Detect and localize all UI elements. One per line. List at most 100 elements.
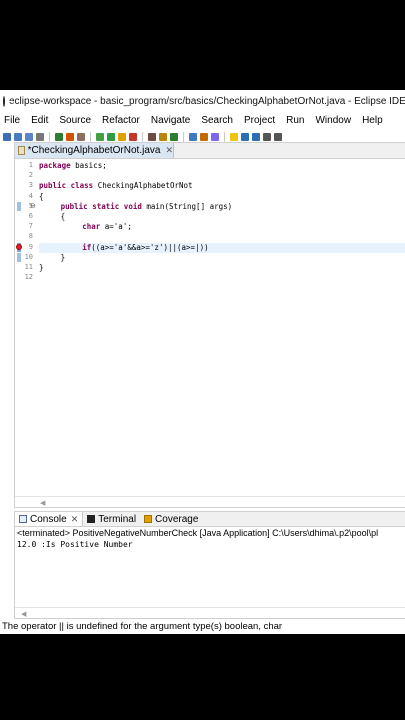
external-tools-icon[interactable] (129, 133, 137, 141)
editor-horizontal-scrollbar[interactable]: ◀ (15, 496, 405, 507)
code-text: main(String[] args) (141, 201, 233, 211)
scroll-left-icon[interactable]: ◀ (21, 610, 26, 618)
prev-annotation-icon[interactable] (252, 133, 260, 141)
menu-bar: File Edit Source Refactor Navigate Searc… (0, 112, 405, 129)
code-keyword: char (82, 222, 101, 232)
console-icon (19, 515, 27, 523)
open-type-icon[interactable] (189, 133, 197, 141)
code-keyword: public class (39, 181, 94, 191)
forward-icon[interactable] (274, 133, 282, 141)
tab-coverage-label: Coverage (155, 513, 199, 525)
code-text: { (60, 212, 66, 221)
toolbar-separator (142, 132, 143, 142)
editor-pane: *CheckingAlphabetOrNot.java ✕ 1 2 3 4 5 ⊖ 6 7 8 9… (14, 142, 405, 508)
menu-source[interactable]: Source (59, 115, 91, 126)
menu-project[interactable]: Project (244, 115, 275, 126)
save-all-icon[interactable] (25, 133, 33, 141)
console-pane: Console ✕ Terminal Coverage <terminated>… (14, 511, 405, 619)
new-package-icon[interactable] (159, 133, 167, 141)
next-annotation-icon[interactable] (241, 133, 249, 141)
console-horizontal-scrollbar[interactable]: ◀ (15, 607, 405, 618)
console-header: <terminated> PositiveNegativeNumberCheck… (17, 528, 379, 538)
new-icon[interactable] (3, 133, 11, 141)
tab-terminal-label: Terminal (98, 513, 137, 525)
code-line: package basics; (39, 161, 107, 171)
build-icon[interactable] (77, 133, 85, 141)
code-keyword: public static void (60, 201, 142, 211)
menu-search[interactable]: Search (201, 115, 233, 126)
menu-refactor[interactable]: Refactor (102, 115, 140, 126)
coverage-icon[interactable] (118, 133, 126, 141)
editor-tab-label: *CheckingAlphabetOrNot.java (27, 145, 161, 156)
coverage-icon (144, 515, 153, 523)
tab-console[interactable]: Console ✕ (15, 512, 84, 526)
toolbar-separator (183, 132, 184, 142)
debug-icon[interactable] (96, 133, 104, 141)
line-number: 11 (24, 263, 33, 271)
close-tab-icon[interactable]: ✕ (165, 145, 173, 156)
line-number: 1 (28, 161, 33, 169)
back-icon[interactable] (263, 133, 271, 141)
code-line: { (61, 212, 66, 222)
save-icon[interactable] (14, 133, 22, 141)
menu-edit[interactable]: Edit (31, 115, 48, 126)
git-icon[interactable] (66, 133, 74, 141)
new-java-project-icon[interactable] (148, 133, 156, 141)
status-bar-message: The operator || is undefined for the arg… (0, 619, 405, 634)
line-number-ruler: 1 2 3 4 5 ⊖ 6 7 8 9 10 11 12 (15, 159, 37, 507)
code-line: char a='a'; (82, 222, 132, 232)
menu-run[interactable]: Run (286, 115, 304, 126)
menu-window[interactable]: Window (315, 115, 351, 126)
code-line: if((a>='a'&&a>='z')||(a>=|)) (82, 243, 208, 253)
menu-help[interactable]: Help (362, 115, 383, 126)
code-line: } (39, 263, 44, 273)
code-text: a='a'; (100, 222, 132, 232)
title-bar: eclipse-workspace - basic_program/src/ba… (0, 90, 405, 112)
run-icon[interactable] (107, 133, 115, 141)
menu-file[interactable]: File (4, 115, 20, 126)
code-line: public static void main(String[] args) (61, 202, 233, 212)
code-text: CheckingAlphabetOrNot (93, 181, 193, 191)
console-icon[interactable] (55, 133, 63, 141)
line-number: 3 (28, 181, 33, 190)
menu-navigate[interactable]: Navigate (151, 115, 190, 126)
line-number: 7 (28, 222, 33, 231)
annotation-icon[interactable] (230, 133, 238, 141)
code-text: ((a>='a'&&a>='z')||(a>=|)) (91, 242, 209, 252)
tab-terminal[interactable]: Terminal (83, 512, 140, 526)
line-number: 6 (28, 212, 33, 220)
print-icon[interactable] (36, 133, 44, 141)
change-marker (17, 252, 21, 262)
console-tab-row: Console ✕ Terminal Coverage (15, 512, 405, 527)
code-line: { (39, 192, 44, 202)
window-title: eclipse-workspace - basic_program/src/ba… (9, 95, 405, 107)
scroll-left-icon[interactable]: ◀ (40, 499, 45, 507)
close-console-icon[interactable]: ✕ (71, 514, 79, 525)
new-class-icon[interactable] (170, 133, 178, 141)
editor-tab[interactable]: *CheckingAlphabetOrNot.java ✕ (15, 143, 174, 158)
tab-coverage[interactable]: Coverage (140, 512, 202, 526)
code-text: } (60, 252, 66, 262)
eclipse-window: eclipse-workspace - basic_program/src/ba… (0, 90, 405, 634)
line-number: 8 (28, 232, 33, 241)
change-marker (17, 201, 21, 211)
terminal-icon (87, 515, 96, 523)
toolbar-separator (90, 132, 91, 142)
toolbar-separator (49, 132, 50, 142)
code-keyword: if (82, 242, 92, 252)
code-text: { (39, 191, 44, 201)
tab-console-label: Console (30, 513, 67, 525)
eclipse-icon (3, 95, 12, 107)
task-icon[interactable] (211, 133, 219, 141)
search-icon[interactable] (200, 133, 208, 141)
code-editor[interactable]: package basics; public class CheckingAlph… (39, 159, 405, 487)
code-line: public class CheckingAlphabetOrNot (39, 181, 193, 191)
code-line: } (61, 253, 66, 263)
code-text: } (39, 263, 44, 272)
fold-icon[interactable]: ⊖ (30, 202, 36, 210)
console-output: 12.0 :Is Positive Number (17, 540, 133, 549)
line-number: 2 (28, 171, 33, 180)
line-number: 4 (28, 191, 33, 200)
editor-tab-row: *CheckingAlphabetOrNot.java ✕ (15, 143, 405, 159)
line-number: 12 (24, 273, 33, 282)
